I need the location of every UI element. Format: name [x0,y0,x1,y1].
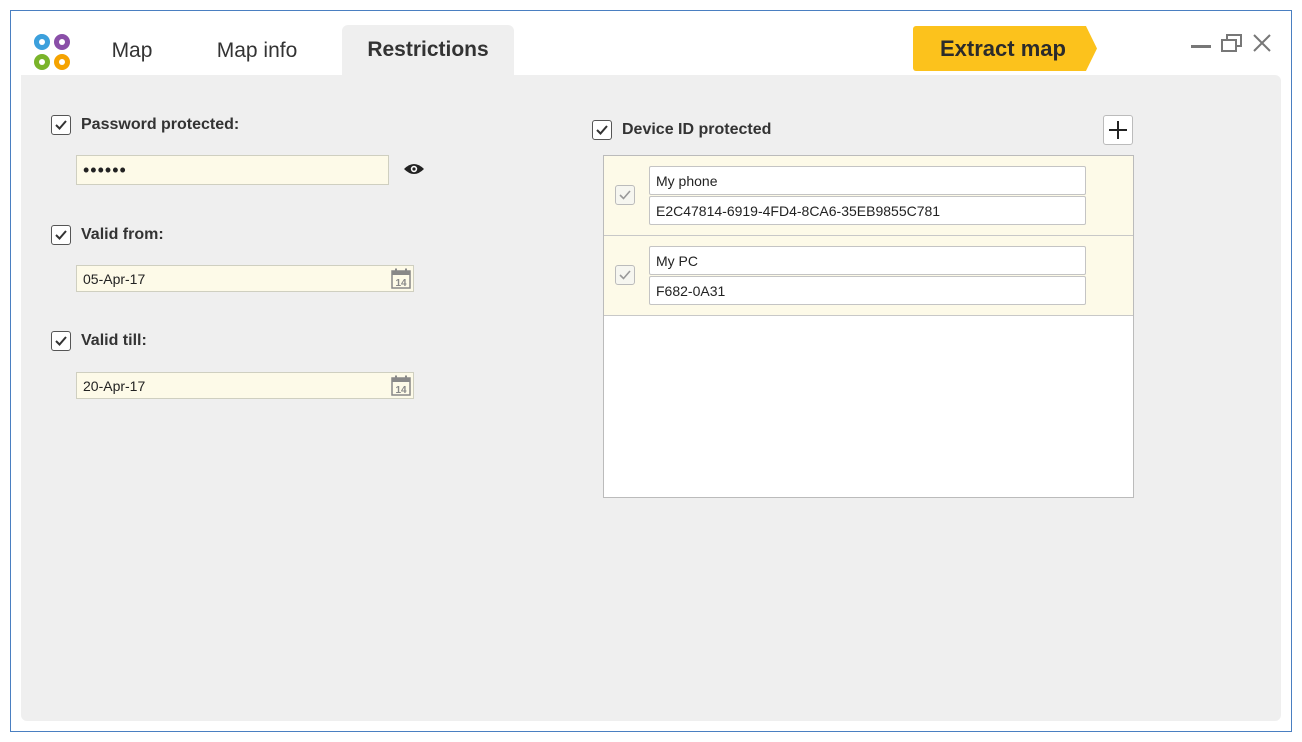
valid-from-value: 05-Apr-17 [83,270,146,287]
tab-restrictions[interactable]: Restrictions [342,25,514,76]
device-row: My PC F682-0A31 [604,236,1133,316]
minimize-icon[interactable] [1189,33,1213,53]
device-id-protected-label: Device ID protected [622,121,772,138]
device-list: My phone E2C47814-6919-4FD4-8CA6-35EB985… [603,155,1134,498]
device-id-protected-checkbox[interactable] [592,120,612,140]
device-name-input[interactable]: My phone [649,166,1086,195]
add-device-button[interactable] [1103,115,1133,145]
password-protected-checkbox[interactable] [51,115,71,135]
device-id-input[interactable]: F682-0A31 [649,276,1086,305]
svg-text:14: 14 [395,385,407,396]
device-checkbox[interactable] [615,185,635,205]
device-row: My phone E2C47814-6919-4FD4-8CA6-35EB985… [604,156,1133,236]
valid-till-label: Valid till: [81,332,147,349]
valid-from-checkbox[interactable] [51,225,71,245]
valid-till-checkbox[interactable] [51,331,71,351]
extract-map-button[interactable]: Extract map [913,26,1097,71]
valid-from-date-field[interactable]: 05-Apr-17 14 [76,265,414,292]
tab-map-info[interactable]: Map info [203,26,311,76]
calendar-icon[interactable]: 14 [391,375,411,397]
tab-map[interactable]: Map [97,26,167,76]
app-logo [34,34,70,70]
restore-icon[interactable] [1220,33,1244,53]
restrictions-panel: Password protected: •••••• Valid from: 0… [21,75,1281,721]
device-name-input[interactable]: My PC [649,246,1086,275]
device-checkbox[interactable] [615,265,635,285]
calendar-icon[interactable]: 14 [391,268,411,290]
valid-till-date-field[interactable]: 20-Apr-17 14 [76,372,414,399]
eye-icon[interactable] [403,162,425,176]
plus-icon [1109,121,1127,139]
device-id-input[interactable]: E2C47814-6919-4FD4-8CA6-35EB9855C781 [649,196,1086,225]
valid-from-label: Valid from: [81,226,164,243]
close-icon[interactable] [1250,33,1274,53]
password-input[interactable]: •••••• [76,155,389,185]
password-protected-label: Password protected: [81,116,240,133]
valid-till-value: 20-Apr-17 [83,377,146,394]
svg-text:14: 14 [395,278,407,289]
app-window: Map Map info Restrictions Extract map Pa… [10,10,1292,732]
